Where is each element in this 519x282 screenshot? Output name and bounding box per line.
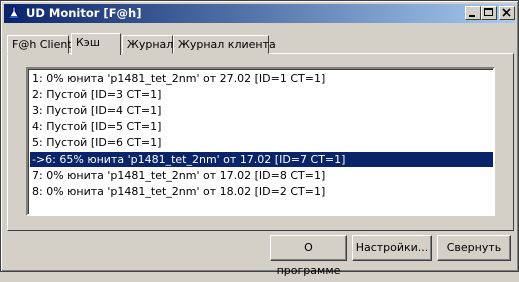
app-window: UD Monitor [F@h] F@h Client Кэш Журнал Ж… xyxy=(0,0,519,277)
tab-client-log[interactable]: Журнал клиента xyxy=(173,35,276,54)
tab-label: Кэш xyxy=(76,36,100,49)
maximize-window-button[interactable] xyxy=(481,6,497,20)
flask-icon xyxy=(8,6,20,19)
tab-label: F@h Client xyxy=(12,38,72,51)
tab-log[interactable]: Журнал xyxy=(122,35,173,54)
list-item[interactable]: 8: 0% юнита 'p1481_tet_2nm' от 18.02 [ID… xyxy=(30,184,493,199)
window-title: UD Monitor [F@h] xyxy=(26,6,142,20)
settings-button[interactable]: Настройки... xyxy=(352,235,432,261)
list-item[interactable]: 5: Пустой [ID=6 CT=1] xyxy=(30,135,493,150)
list-item[interactable]: 3: Пустой [ID=4 CT=1] xyxy=(30,103,493,118)
about-button[interactable]: О программе xyxy=(270,235,347,277)
maximize-icon xyxy=(484,8,493,16)
tab-cache[interactable]: Кэш xyxy=(71,33,121,55)
list-item[interactable]: 4: Пустой [ID=5 CT=1] xyxy=(30,119,493,134)
list-item[interactable]: 2: Пустой [ID=3 CT=1] xyxy=(30,87,493,102)
close-window-button[interactable] xyxy=(499,6,515,20)
cache-listbox[interactable]: 1: 0% юнита 'p1481_tet_2nm' от 27.02 [ID… xyxy=(26,67,495,216)
tab-label: Журнал xyxy=(127,38,174,51)
list-item[interactable]: 1: 0% юнита 'p1481_tet_2nm' от 27.02 [ID… xyxy=(30,71,493,86)
list-item[interactable]: 7: 0% юнита 'p1481_tet_2nm' от 17.02 [ID… xyxy=(30,168,493,183)
minimize-icon xyxy=(469,15,475,17)
list-item-selected[interactable]: ->6: 65% юнита 'p1481_tet_2nm' от 17.02 … xyxy=(30,152,493,167)
tab-label: Журнал клиента xyxy=(178,38,276,51)
title-bar[interactable]: UD Monitor [F@h] xyxy=(4,4,515,23)
minimize-window-button[interactable] xyxy=(465,6,481,20)
close-icon xyxy=(502,8,511,17)
tab-fah-client[interactable]: F@h Client xyxy=(7,35,72,54)
minimize-to-tray-button[interactable]: Свернуть xyxy=(437,235,511,261)
